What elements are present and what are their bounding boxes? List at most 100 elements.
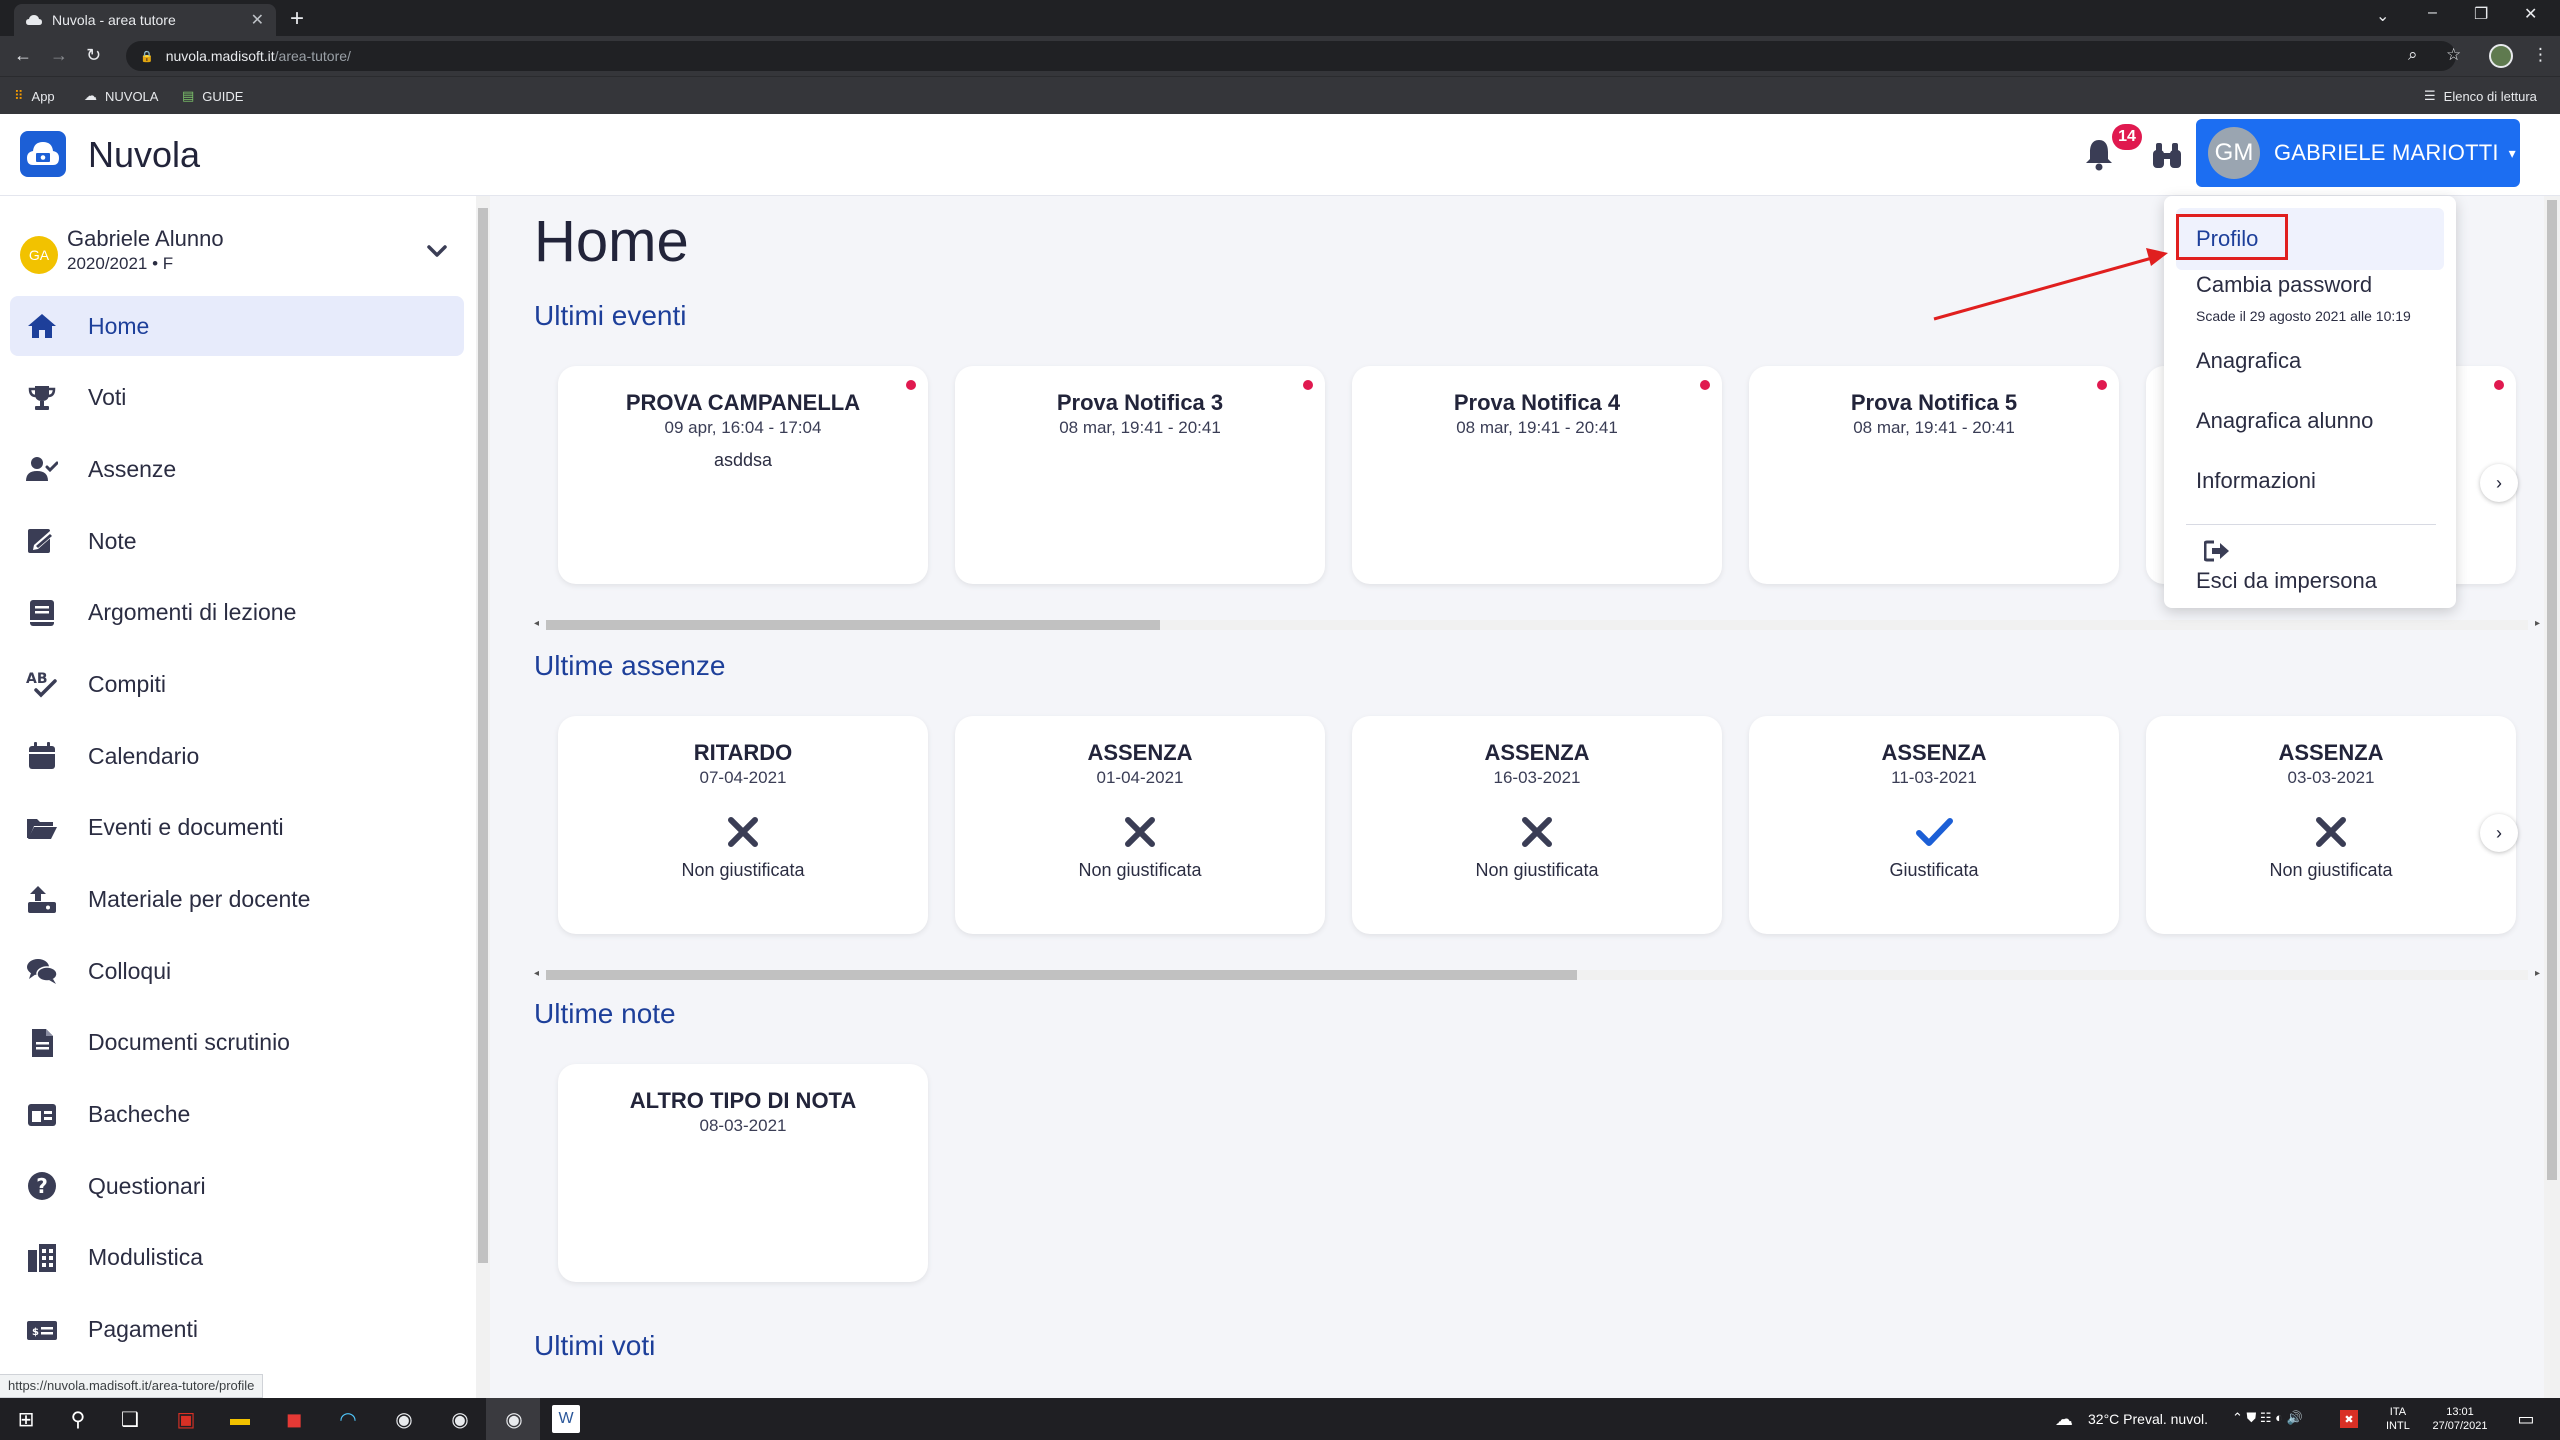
- sidebar-item-questionari[interactable]: ? Questionari: [10, 1156, 464, 1216]
- clock[interactable]: 13:01 27/07/2021: [2420, 1405, 2500, 1433]
- event-date: 08 mar, 19:41 - 20:41: [1853, 418, 2015, 437]
- sidebar-item-modulistica[interactable]: Modulistica: [10, 1228, 464, 1288]
- menu-item-informazioni[interactable]: Informazioni: [2196, 468, 2316, 494]
- absence-status: Giustificata: [1889, 860, 1979, 880]
- absence-card[interactable]: ASSENZA 01-04-2021 Non giustificata: [955, 716, 1325, 934]
- file-explorer-icon[interactable]: ▬: [226, 1405, 254, 1433]
- sidebar-item-colloqui[interactable]: Colloqui: [10, 941, 464, 1001]
- sidebar-item-compiti[interactable]: AB Compiti: [10, 654, 464, 714]
- notification-center-icon[interactable]: ▭: [2512, 1405, 2540, 1433]
- close-tab-icon[interactable]: ✕: [251, 10, 264, 30]
- bookmark-guide[interactable]: ▤ GUIDE: [182, 88, 243, 104]
- event-card[interactable]: Prova Notifica 4 08 mar, 19:41 - 20:41: [1352, 366, 1722, 584]
- close-window-icon[interactable]: ✕: [2524, 4, 2537, 24]
- search-icon[interactable]: ⚲: [64, 1405, 92, 1433]
- tray-icons[interactable]: ⌃ ⛊ ☷ ◐ 🔊: [2232, 1410, 2303, 1426]
- sidebar-item-documenti[interactable]: Documenti scrutinio: [10, 1013, 464, 1073]
- reload-icon[interactable]: ↻: [86, 45, 101, 66]
- task-view-icon[interactable]: ❑: [116, 1405, 144, 1433]
- tray-app-icon[interactable]: ✖: [2340, 1410, 2358, 1428]
- word-icon[interactable]: W: [552, 1405, 580, 1433]
- windows-start-icon[interactable]: ⊞: [12, 1405, 40, 1433]
- reading-list[interactable]: ☰ Elenco di lettura: [2424, 88, 2537, 104]
- event-card[interactable]: Prova Notifica 3 08 mar, 19:41 - 20:41: [955, 366, 1325, 584]
- events-scroll-thumb[interactable]: [546, 620, 1160, 630]
- absences-scrollbar[interactable]: ◂ ▸: [534, 968, 2540, 982]
- tab-search-icon[interactable]: ⌄: [2376, 6, 2389, 26]
- address-row: ← → ↻ 🔒 nuvola.madisoft.it/area-tutore/ …: [0, 36, 2560, 76]
- browser-tab[interactable]: Nuvola - area tutore ✕: [14, 4, 276, 36]
- chevron-down-icon[interactable]: [424, 238, 450, 264]
- new-tab-icon[interactable]: +: [290, 5, 304, 33]
- chrome-icon[interactable]: ◉: [446, 1405, 474, 1433]
- bookmark-app[interactable]: ⠿ App: [14, 88, 55, 104]
- events-scrollbar[interactable]: ◂ ▸: [534, 618, 2540, 632]
- cloud-logo-icon: [27, 142, 59, 165]
- absence-card[interactable]: ASSENZA 16-03-2021 Non giustificata: [1352, 716, 1722, 934]
- menu-item-profilo[interactable]: Profilo: [2196, 226, 2258, 252]
- event-card[interactable]: PROVA CAMPANELLA 09 apr, 16:04 - 17:04 a…: [558, 366, 928, 584]
- sidebar-item-home[interactable]: Home: [10, 296, 464, 356]
- chrome-icon[interactable]: ◉: [500, 1405, 528, 1433]
- nuvola-logo[interactable]: [20, 131, 66, 177]
- menu-item-esci-impersona[interactable]: Esci da impersona: [2196, 568, 2377, 594]
- scroll-right-icon[interactable]: ▸: [2535, 968, 2540, 979]
- sidebar-scrollbar-thumb[interactable]: [478, 208, 488, 1263]
- event-card[interactable]: Prova Notifica 5 08 mar, 19:41 - 20:41: [1749, 366, 2119, 584]
- menu-item-cambia-password[interactable]: Cambia password: [2196, 272, 2372, 298]
- forward-icon[interactable]: →: [50, 45, 68, 66]
- events-next-button[interactable]: ›: [2480, 464, 2518, 502]
- sidebar-item-materiale[interactable]: Materiale per docente: [10, 870, 464, 930]
- user-menu-button[interactable]: GM GABRIELE MARIOTTI ▾: [2196, 119, 2520, 187]
- sidebar-scrollbar[interactable]: [476, 196, 490, 1398]
- sidebar-item-voti[interactable]: Voti: [10, 368, 464, 428]
- clock-time: 13:01: [2446, 1406, 2474, 1418]
- menu-item-anagrafica-alunno[interactable]: Anagrafica alunno: [2196, 408, 2373, 434]
- absence-card[interactable]: ASSENZA 11-03-2021 Giustificata: [1749, 716, 2119, 934]
- sidebar-item-calendario[interactable]: Calendario: [10, 726, 464, 786]
- notification-bell-icon[interactable]: [2081, 136, 2117, 172]
- event-title: Prova Notifica 3: [1056, 390, 1224, 415]
- event-title: PROVA CAMPANELLA: [625, 390, 861, 415]
- menu-item-anagrafica[interactable]: Anagrafica: [2196, 348, 2301, 374]
- browser-profile-avatar[interactable]: [2489, 44, 2513, 68]
- scroll-left-icon[interactable]: ◂: [534, 618, 539, 629]
- sidebar: GA Gabriele Alunno 2020/2021 • F Home Vo…: [0, 196, 478, 1398]
- absence-date: 11-03-2021: [1891, 768, 1977, 787]
- wifi-app-icon[interactable]: ◠: [334, 1405, 362, 1433]
- chrome-icon[interactable]: ◉: [390, 1405, 418, 1433]
- bookmark-nuvola[interactable]: ☁ NUVOLA: [84, 88, 158, 104]
- video-app-icon[interactable]: ◼: [280, 1405, 308, 1433]
- absence-card[interactable]: ASSENZA 03-03-2021 Non giustificata: [2146, 716, 2516, 934]
- sidebar-item-assenze[interactable]: Assenze: [10, 439, 464, 499]
- calendar-icon: [24, 738, 60, 774]
- main-scrollbar-thumb[interactable]: [2547, 200, 2557, 1180]
- bookmark-star-icon[interactable]: ☆: [2446, 45, 2461, 65]
- app-icon[interactable]: ▣: [172, 1405, 200, 1433]
- scroll-left-icon[interactable]: ◂: [534, 968, 539, 979]
- restore-icon[interactable]: ❐: [2474, 4, 2488, 24]
- address-bar[interactable]: 🔒 nuvola.madisoft.it/area-tutore/: [126, 41, 2456, 71]
- main-scrollbar[interactable]: [2544, 196, 2560, 1398]
- weather-text[interactable]: 32°C Preval. nuvol.: [2088, 1411, 2208, 1427]
- sidebar-item-pagamenti[interactable]: $ Pagamenti: [10, 1300, 464, 1360]
- minimize-icon[interactable]: –: [2428, 4, 2437, 22]
- zoom-icon[interactable]: ⌕: [2408, 45, 2418, 65]
- grades-section-title: Ultimi voti: [534, 1330, 656, 1361]
- note-card[interactable]: ALTRO TIPO DI NOTA 08-03-2021: [558, 1064, 928, 1282]
- url-host: nuvola.madisoft.it: [165, 48, 275, 64]
- language-indicator[interactable]: ITA INTL: [2386, 1405, 2410, 1433]
- sidebar-item-bacheche[interactable]: Bacheche: [10, 1085, 464, 1145]
- sidebar-item-eventi[interactable]: Eventi e documenti: [10, 798, 464, 858]
- absences-scroll-thumb[interactable]: [546, 970, 1577, 980]
- binoculars-icon[interactable]: [2149, 138, 2185, 174]
- sidebar-item-label: Home: [88, 312, 150, 339]
- browser-menu-icon[interactable]: ⋮: [2532, 45, 2549, 65]
- sidebar-item-note[interactable]: Note: [10, 511, 464, 571]
- absence-card[interactable]: RITARDO 07-04-2021 Non giustificata: [558, 716, 928, 934]
- absences-next-button[interactable]: ›: [2480, 814, 2518, 852]
- scroll-right-icon[interactable]: ▸: [2535, 618, 2540, 629]
- student-selector[interactable]: GA Gabriele Alunno 2020/2021 • F: [20, 226, 460, 286]
- back-icon[interactable]: ←: [14, 45, 32, 66]
- sidebar-item-argomenti[interactable]: Argomenti di lezione: [10, 583, 464, 643]
